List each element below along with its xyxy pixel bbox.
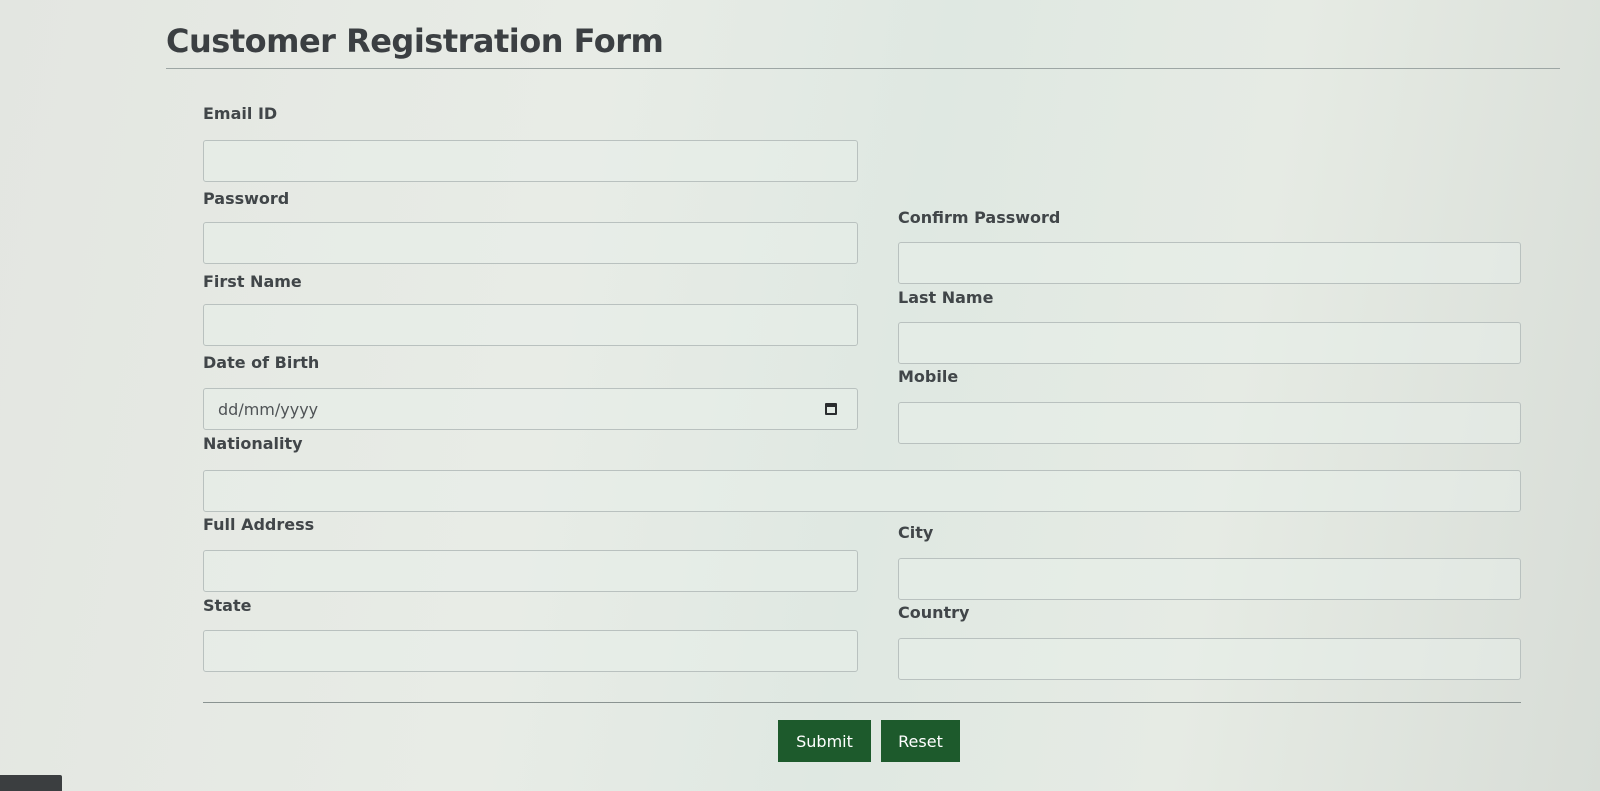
city-field[interactable]	[898, 558, 1521, 600]
dob-field[interactable]: dd/mm/yyyy	[203, 388, 858, 430]
registration-page: Customer Registration Form Email ID Pass…	[0, 0, 1600, 791]
email-field[interactable]	[203, 140, 858, 182]
state-field[interactable]	[203, 630, 858, 672]
reset-button[interactable]: Reset	[881, 720, 960, 762]
form-title: Customer Registration Form	[166, 22, 664, 60]
password-field[interactable]	[203, 222, 858, 264]
mobile-field[interactable]	[898, 402, 1521, 444]
dob-label: Date of Birth	[203, 353, 320, 372]
form-footer-divider	[203, 702, 1521, 703]
first-name-field[interactable]	[203, 304, 858, 346]
full-address-label: Full Address	[203, 515, 315, 534]
state-label: State	[203, 596, 252, 615]
mobile-label: Mobile	[898, 367, 959, 386]
submit-button[interactable]: Submit	[778, 720, 871, 762]
country-label: Country	[898, 603, 970, 622]
last-name-field[interactable]	[898, 322, 1521, 364]
city-label: City	[898, 523, 934, 542]
email-label: Email ID	[203, 104, 278, 123]
country-field[interactable]	[898, 638, 1521, 680]
confirm-password-field[interactable]	[898, 242, 1521, 284]
dob-placeholder: dd/mm/yyyy	[218, 400, 319, 419]
calendar-icon[interactable]	[825, 403, 837, 415]
nationality-field[interactable]	[203, 470, 1521, 512]
taskbar-corner	[0, 775, 62, 791]
title-divider	[166, 68, 1560, 69]
confirm-password-label: Confirm Password	[898, 208, 1061, 227]
last-name-label: Last Name	[898, 288, 994, 307]
first-name-label: First Name	[203, 272, 302, 291]
full-address-field[interactable]	[203, 550, 858, 592]
nationality-label: Nationality	[203, 434, 303, 453]
password-label: Password	[203, 189, 290, 208]
